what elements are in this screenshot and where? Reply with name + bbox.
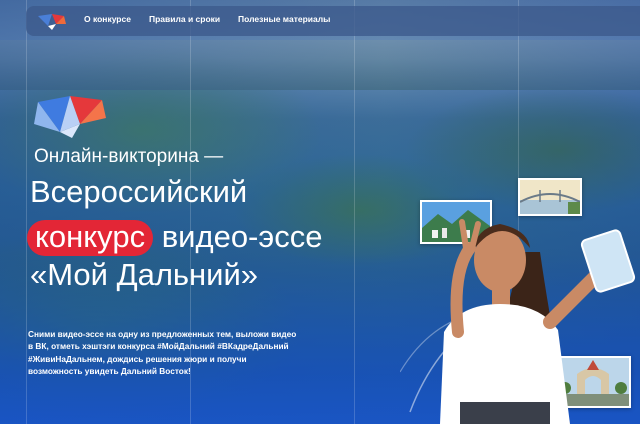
grid-line	[26, 0, 27, 424]
hero-description-line: Сними видео-эссе на одну из предложенных…	[28, 329, 297, 339]
hero-description-line: в ВК, отметь хэштэги конкурса #МойДальни…	[28, 341, 289, 352]
hero-title-line-2: конкурс видео-эссе	[27, 219, 323, 256]
nav-item-materials[interactable]: Полезные материалы	[238, 14, 330, 24]
top-navbar: О конкурсе Правила и сроки Полезные мате…	[26, 6, 640, 36]
hero-title-line-1: Всероссийский	[30, 174, 248, 209]
photo-card-bridge	[518, 178, 582, 216]
nav-item-rules[interactable]: Правила и сроки	[149, 14, 220, 24]
landing-page: О конкурсе Правила и сроки Полезные мате…	[0, 0, 640, 424]
girl-with-phone-image	[400, 219, 636, 424]
nav-item-about[interactable]: О конкурсе	[84, 14, 131, 24]
hero-logo-icon	[34, 96, 106, 138]
site-logo-icon[interactable]	[34, 10, 70, 32]
hero-description-line: возможность увидеть Дальний Восток!	[28, 365, 191, 376]
hero-title-line-2-rest: видео-эссе	[161, 219, 323, 254]
bridge-photo-image	[520, 180, 580, 214]
hero-title-line-3: «Мой Дальний»	[30, 257, 259, 292]
hero-description: Сними видео-эссе на одну из предложенных…	[28, 328, 358, 377]
hero-subtitle: Онлайн-викторина —	[34, 146, 224, 167]
hero-title-highlight: конкурс	[27, 220, 154, 256]
hero-description-line: #ЖивиНаДальнем, дождись решения жюри и п…	[28, 353, 247, 364]
